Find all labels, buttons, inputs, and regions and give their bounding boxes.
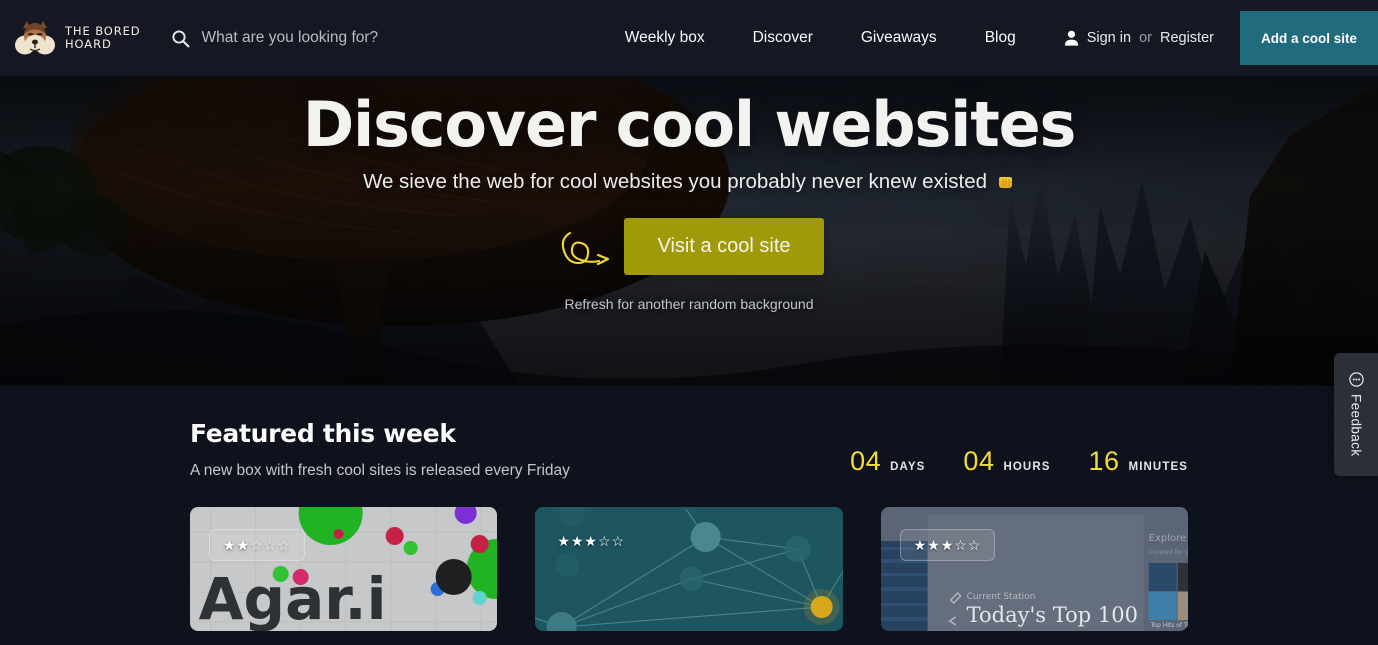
countdown-hours-value: 04 [963, 446, 995, 476]
search-bar[interactable] [171, 29, 532, 48]
countdown-hours: 04 HOURS [963, 446, 1050, 477]
site-header: The Bored Hoard Weekly box Discover Give… [0, 0, 1378, 76]
card-rating-radio-station-site: ★★★☆☆ [899, 529, 996, 561]
refresh-background-note: Refresh for another random background [564, 296, 814, 313]
featured-header: Featured this week A new box with fresh … [0, 386, 1378, 480]
card-thumbnail-radio-station: Current Station Today's Top 100 Explore … [880, 507, 1188, 631]
nav-item-blog[interactable]: Blog [961, 29, 1040, 47]
featured-card-network-graph-site[interactable]: ★★★☆☆ [535, 507, 843, 631]
main-navigation: Weekly box Discover Giveaways Blog Sign … [601, 11, 1378, 65]
hero-subtitle-row: We sieve the web for cool websites you p… [363, 170, 1015, 194]
account-links[interactable]: Sign in or Register [1040, 30, 1230, 46]
chipmunk-mascot-icon [14, 18, 56, 58]
card-rating-agar-io: ★★☆☆☆ [209, 529, 305, 561]
speech-bubble-icon [1348, 372, 1364, 387]
nav-item-discover[interactable]: Discover [729, 29, 837, 47]
countdown-days-label: DAYS [890, 461, 926, 473]
hero-title: Discover cool websites [302, 88, 1077, 161]
svg-text:Top Hits of Toda: Top Hits of Toda [1149, 622, 1188, 629]
featured-section: Featured this week A new box with fresh … [0, 386, 1378, 645]
feedback-label: Feedback [1348, 394, 1364, 457]
curly-arrow-doodle [554, 227, 610, 267]
fist-bump-emoji [996, 173, 1015, 192]
countdown-minutes-value: 16 [1088, 446, 1120, 476]
nav-item-weekly-box[interactable]: Weekly box [601, 29, 729, 47]
svg-text:Today's Top 100: Today's Top 100 [966, 603, 1137, 627]
countdown-days: 04 DAYS [850, 446, 925, 477]
feedback-tab[interactable]: Feedback [1334, 353, 1378, 476]
release-countdown: 04 DAYS 04 HOURS 16 MINUTES [850, 446, 1188, 480]
featured-heading-block: Featured this week A new box with fresh … [190, 419, 570, 480]
rating-stars: ★★★☆☆ [557, 533, 626, 549]
hero-subtitle: We sieve the web for cool websites you p… [362, 170, 988, 194]
hero-content: Discover cool websites We sieve the web … [0, 76, 1378, 386]
countdown-hours-label: HOURS [1003, 461, 1051, 473]
visit-a-cool-site-button[interactable]: Visit a cool site [624, 218, 824, 276]
register-link[interactable]: Register [1160, 30, 1214, 46]
person-icon [1064, 30, 1079, 46]
featured-description: A new box with fresh cool sites is relea… [190, 462, 570, 479]
brand-logo[interactable]: The Bored Hoard [14, 18, 141, 58]
hero-cta-row: Visit a cool site [554, 218, 824, 276]
brand-wordmark: The Bored Hoard [65, 25, 141, 51]
nav-item-giveaways[interactable]: Giveaways [837, 29, 961, 47]
featured-title: Featured this week [190, 419, 456, 448]
svg-text:Explore Stati: Explore Stati [1148, 533, 1188, 544]
countdown-minutes: 16 MINUTES [1089, 446, 1189, 477]
rating-stars: ★★☆☆☆ [223, 537, 291, 553]
search-icon [171, 29, 190, 48]
brand-line-2: Hoard [65, 37, 112, 51]
featured-card-agar-io[interactable]: Agar.i ★★☆☆☆ [190, 507, 498, 631]
account-or-text: or [1139, 30, 1152, 46]
rating-stars: ★★★☆☆ [913, 537, 982, 553]
countdown-minutes-label: MINUTES [1128, 461, 1188, 473]
search-input[interactable] [201, 29, 532, 47]
card-thumbnail-agar-io: Agar.i [190, 507, 498, 631]
svg-text:Agar.i: Agar.i [199, 565, 387, 631]
svg-text:Curated for you: Curated for you [1148, 549, 1188, 556]
hero-section: Discover cool websites We sieve the web … [0, 76, 1378, 386]
page-root: The Bored Hoard Weekly box Discover Give… [0, 0, 1378, 645]
sign-in-link[interactable]: Sign in [1087, 30, 1131, 46]
card-rating-network-graph-site: ★★★☆☆ [557, 534, 625, 548]
countdown-days-value: 04 [850, 446, 882, 476]
add-a-cool-site-button[interactable]: Add a cool site [1239, 11, 1378, 65]
featured-card-list: Agar.i ★★☆☆☆ ★★★☆☆ Current Station Today… [190, 507, 1188, 631]
featured-card-radio-station-site[interactable]: Current Station Today's Top 100 Explore … [880, 507, 1188, 631]
card-thumbnail-network-graph [535, 507, 843, 631]
svg-text:Current Station: Current Station [966, 592, 1035, 602]
